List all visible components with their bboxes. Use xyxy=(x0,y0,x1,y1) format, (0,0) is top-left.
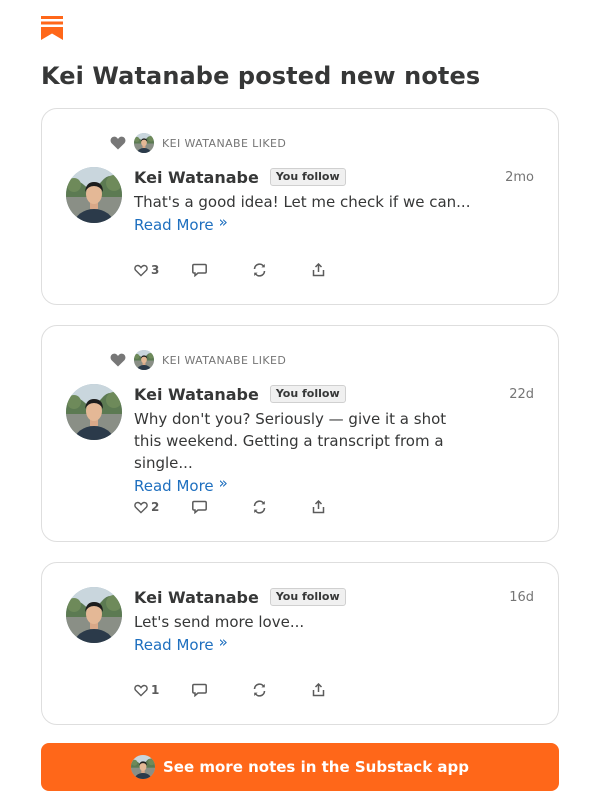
author-name[interactable]: Kei Watanabe xyxy=(134,168,259,187)
follow-badge: You follow xyxy=(269,385,346,403)
avatar[interactable] xyxy=(66,167,122,223)
timestamp[interactable]: 2mo xyxy=(505,170,534,185)
share-button[interactable] xyxy=(312,500,325,514)
avatar[interactable] xyxy=(134,133,154,153)
heart-icon xyxy=(134,264,148,277)
author-name[interactable]: Kei Watanabe xyxy=(134,385,259,404)
liked-by-label: KEI WATANABE LIKED xyxy=(162,136,287,150)
comment-button[interactable] xyxy=(192,683,252,697)
heart-filled-icon xyxy=(110,135,126,151)
restack-icon xyxy=(253,500,266,514)
read-more-label: Read More xyxy=(134,216,214,234)
note-post: Kei Watanabe You follow 16d Let's send m… xyxy=(66,587,534,657)
share-icon xyxy=(312,263,325,277)
chevron-double-right-icon: » xyxy=(218,213,228,231)
note-actions: 3 xyxy=(134,261,325,279)
page-title: Kei Watanabe posted new notes xyxy=(41,62,481,90)
restack-button[interactable] xyxy=(252,263,312,277)
comment-icon xyxy=(192,683,207,697)
share-button[interactable] xyxy=(312,683,325,697)
timestamp[interactable]: 22d xyxy=(509,387,534,402)
like-count: 3 xyxy=(151,263,160,277)
read-more-label: Read More xyxy=(134,636,214,654)
note-post: Kei Watanabe You follow 2mo That's a goo… xyxy=(66,167,534,237)
read-more-link[interactable]: Read More » xyxy=(134,213,228,234)
like-button[interactable]: 3 xyxy=(134,263,192,277)
avatar xyxy=(131,755,155,779)
note-actions: 2 xyxy=(134,498,325,516)
timestamp[interactable]: 16d xyxy=(509,590,534,605)
note-text: That's a good idea! Let me check if we c… xyxy=(134,193,471,211)
comment-button[interactable] xyxy=(192,263,252,277)
restack-icon xyxy=(253,263,266,277)
avatar[interactable] xyxy=(66,384,122,440)
avatar[interactable] xyxy=(66,587,122,643)
liked-by-row: KEI WATANABE LIKED xyxy=(110,350,286,370)
restack-icon xyxy=(253,683,266,697)
like-button[interactable]: 1 xyxy=(134,683,192,697)
share-icon xyxy=(312,683,325,697)
heart-icon xyxy=(134,684,148,697)
like-count: 2 xyxy=(151,500,160,514)
note-text: Let's send more love... xyxy=(134,613,305,631)
note-card[interactable]: KEI WATANABE LIKED Kei Watanabe You foll… xyxy=(41,325,559,542)
chevron-double-right-icon: » xyxy=(218,633,228,651)
open-in-app-button[interactable]: See more notes in the Substack app xyxy=(41,743,559,791)
liked-by-row: KEI WATANABE LIKED xyxy=(110,133,286,153)
share-button[interactable] xyxy=(312,263,325,277)
chevron-double-right-icon: » xyxy=(218,474,228,492)
read-more-link[interactable]: Read More » xyxy=(134,474,228,495)
like-button[interactable]: 2 xyxy=(134,500,192,514)
restack-button[interactable] xyxy=(252,683,312,697)
read-more-link[interactable]: Read More » xyxy=(134,633,228,654)
note-actions: 1 xyxy=(134,681,325,699)
comment-icon xyxy=(192,263,207,277)
heart-filled-icon xyxy=(110,352,126,368)
note-text: Why don't you? Seriously — give it a sho… xyxy=(134,410,447,472)
share-icon xyxy=(312,500,325,514)
note-card[interactable]: KEI WATANABE LIKED Kei Watanabe You foll… xyxy=(41,108,559,305)
note-card[interactable]: Kei Watanabe You follow 16d Let's send m… xyxy=(41,562,559,725)
heart-icon xyxy=(134,501,148,514)
follow-badge: You follow xyxy=(269,588,346,606)
follow-badge: You follow xyxy=(269,168,346,186)
open-in-app-label: See more notes in the Substack app xyxy=(163,758,469,776)
author-name[interactable]: Kei Watanabe xyxy=(134,588,259,607)
read-more-label: Read More xyxy=(134,477,214,495)
substack-logo-icon[interactable] xyxy=(41,16,63,40)
comment-icon xyxy=(192,500,207,514)
avatar[interactable] xyxy=(134,350,154,370)
restack-button[interactable] xyxy=(252,500,312,514)
like-count: 1 xyxy=(151,683,160,697)
note-post: Kei Watanabe You follow 22d Why don't yo… xyxy=(66,384,534,495)
comment-button[interactable] xyxy=(192,500,252,514)
liked-by-label: KEI WATANABE LIKED xyxy=(162,353,287,367)
